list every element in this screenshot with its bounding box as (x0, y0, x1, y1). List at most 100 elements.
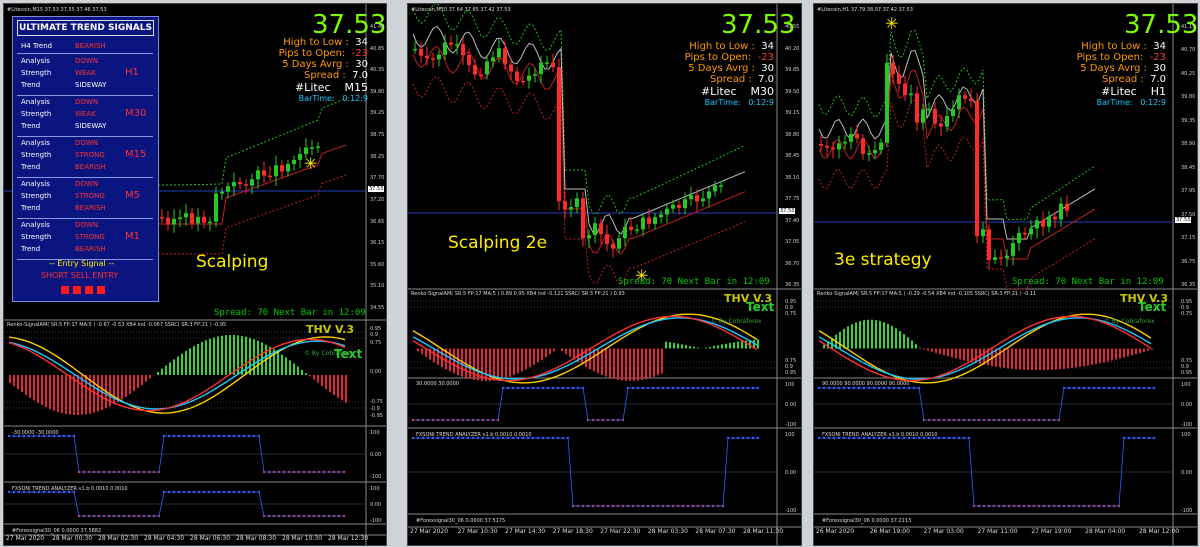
signal-timeframe: M5 (125, 190, 140, 201)
histogram-bar (181, 353, 183, 375)
histogram-bar (269, 346, 271, 375)
histogram-bar (903, 334, 905, 349)
histogram-bar (225, 335, 227, 375)
candle-body (1065, 203, 1069, 211)
chart-window-m30[interactable]: ✳ #Litecoin,M30 37.64 37.65 37.42 37.53 … (407, 3, 802, 546)
histogram-bar (13, 375, 15, 387)
histogram-bar (193, 346, 195, 375)
signal-timeframe: H1 (125, 67, 139, 78)
histogram-bar (73, 375, 75, 415)
chart-header: #Litecoin,H1 37.79 38.07 37.42 37.53 (817, 7, 913, 13)
histogram-bar (959, 348, 961, 360)
time-axis-label: 27 Mar 22:30 (600, 528, 641, 535)
indicator-axis-label: 0.75 (785, 311, 797, 317)
time-axis-label: 28 Mar 06:30 (190, 535, 231, 542)
candle-body (467, 55, 471, 66)
histogram-bar (1087, 348, 1089, 366)
candle-body (885, 62, 889, 143)
candle-body (605, 234, 609, 244)
price-axis-label: 37.95 (1181, 188, 1196, 195)
histogram-bar (757, 339, 759, 349)
histogram-bar (1127, 348, 1129, 357)
histogram-bar (887, 323, 889, 349)
current-price-tag: 37.53 (368, 186, 385, 192)
histogram-bar (33, 375, 35, 401)
signal-row-value: DOWN (75, 180, 99, 188)
histogram-bar (133, 375, 135, 392)
histogram-bar (309, 375, 311, 377)
upper-band (412, 4, 746, 215)
price-axis-label: 38.75 (370, 132, 385, 139)
price-axis-label: 36.15 (370, 240, 385, 247)
indicator-axis-label: 0.75 (370, 340, 382, 346)
time-axis-label: 27 Mar 14:30 (505, 528, 546, 535)
chart-window-h1[interactable]: ✳ #Litecoin,H1 37.79 38.07 37.42 37.53 3… (813, 3, 1198, 546)
candle-body (671, 204, 675, 209)
candle-body (987, 229, 991, 260)
chart-window-m15[interactable]: ✳ #Litecoin,M15 37.53 37.55 37.46 37.53 … (3, 3, 387, 546)
strategy-label: Scalping (196, 252, 269, 272)
histogram-bar (1083, 348, 1085, 367)
histogram-bar (677, 343, 679, 349)
entry-signal-label: -- Entry Signal -- (49, 259, 115, 268)
histogram-bar (709, 346, 711, 349)
signal-row-label: Analysis (21, 139, 50, 147)
candle-body (897, 74, 901, 84)
histogram-bar (895, 328, 897, 349)
histogram-bar (121, 375, 123, 400)
histogram-bar (509, 348, 511, 377)
candle-body (527, 75, 531, 81)
histogram-bar (549, 348, 551, 355)
signal-star: ✳ (885, 14, 898, 33)
time-axis-label: 27 Mar 03:00 (923, 528, 964, 535)
candle-body (232, 182, 236, 187)
histogram-bar (57, 375, 59, 412)
h4-trend-label: H4 Trend (21, 42, 53, 50)
indicator-axis-label: 0.95 (785, 370, 797, 376)
candle-body (250, 179, 254, 186)
histogram-bar (637, 348, 639, 381)
histogram-bar (17, 375, 19, 390)
time-axis-label: 28 Mar 08:30 (236, 535, 277, 542)
indicator-axis-label: 0.00 (785, 402, 797, 408)
candle-body (713, 185, 717, 192)
signal-row-label: Strength (21, 110, 52, 118)
histogram-bar (951, 348, 953, 358)
histogram-bar (337, 375, 339, 398)
candle-body (1053, 216, 1057, 220)
time-axis-label: 28 Mar 11:30 (743, 528, 784, 535)
histogram-bar (863, 320, 865, 349)
histogram-bar (221, 335, 223, 375)
histogram-bar (713, 346, 715, 349)
candle-body (160, 216, 164, 219)
candle-body (957, 95, 961, 110)
price-axis-label: 41.40 (370, 24, 385, 30)
histogram-bar (867, 319, 869, 349)
histogram-bar (213, 337, 215, 375)
histogram-bar (157, 371, 159, 375)
price-axis-label: 40.55 (785, 24, 800, 30)
time-axis-label: 27 Mar 18:30 (552, 528, 593, 535)
candle-body (437, 54, 441, 60)
candle-body (238, 182, 242, 185)
histogram-bar (939, 348, 941, 354)
signal-row-label: Analysis (21, 221, 50, 229)
time-axis-label: 27 Mar 10:30 (457, 528, 498, 535)
histogram-bar (25, 375, 27, 396)
histogram-bar (289, 360, 291, 375)
candle-body (244, 184, 248, 186)
histogram-bar (61, 375, 63, 414)
candle-body (927, 108, 931, 111)
candle-body (256, 170, 260, 180)
histogram-bar (1047, 348, 1049, 370)
histogram-bar (525, 348, 527, 370)
candle-body (1059, 203, 1063, 220)
histogram-bar (497, 348, 499, 380)
chart-header: #Litecoin,M30 37.64 37.65 37.42 37.53 (411, 7, 511, 13)
ind2-header: -30.0000 -30.0000 (12, 430, 59, 436)
histogram-bar (201, 341, 203, 375)
histogram-bar (613, 348, 615, 379)
candle-body (202, 216, 206, 223)
histogram-bar (625, 348, 627, 381)
candle-body (915, 93, 919, 123)
